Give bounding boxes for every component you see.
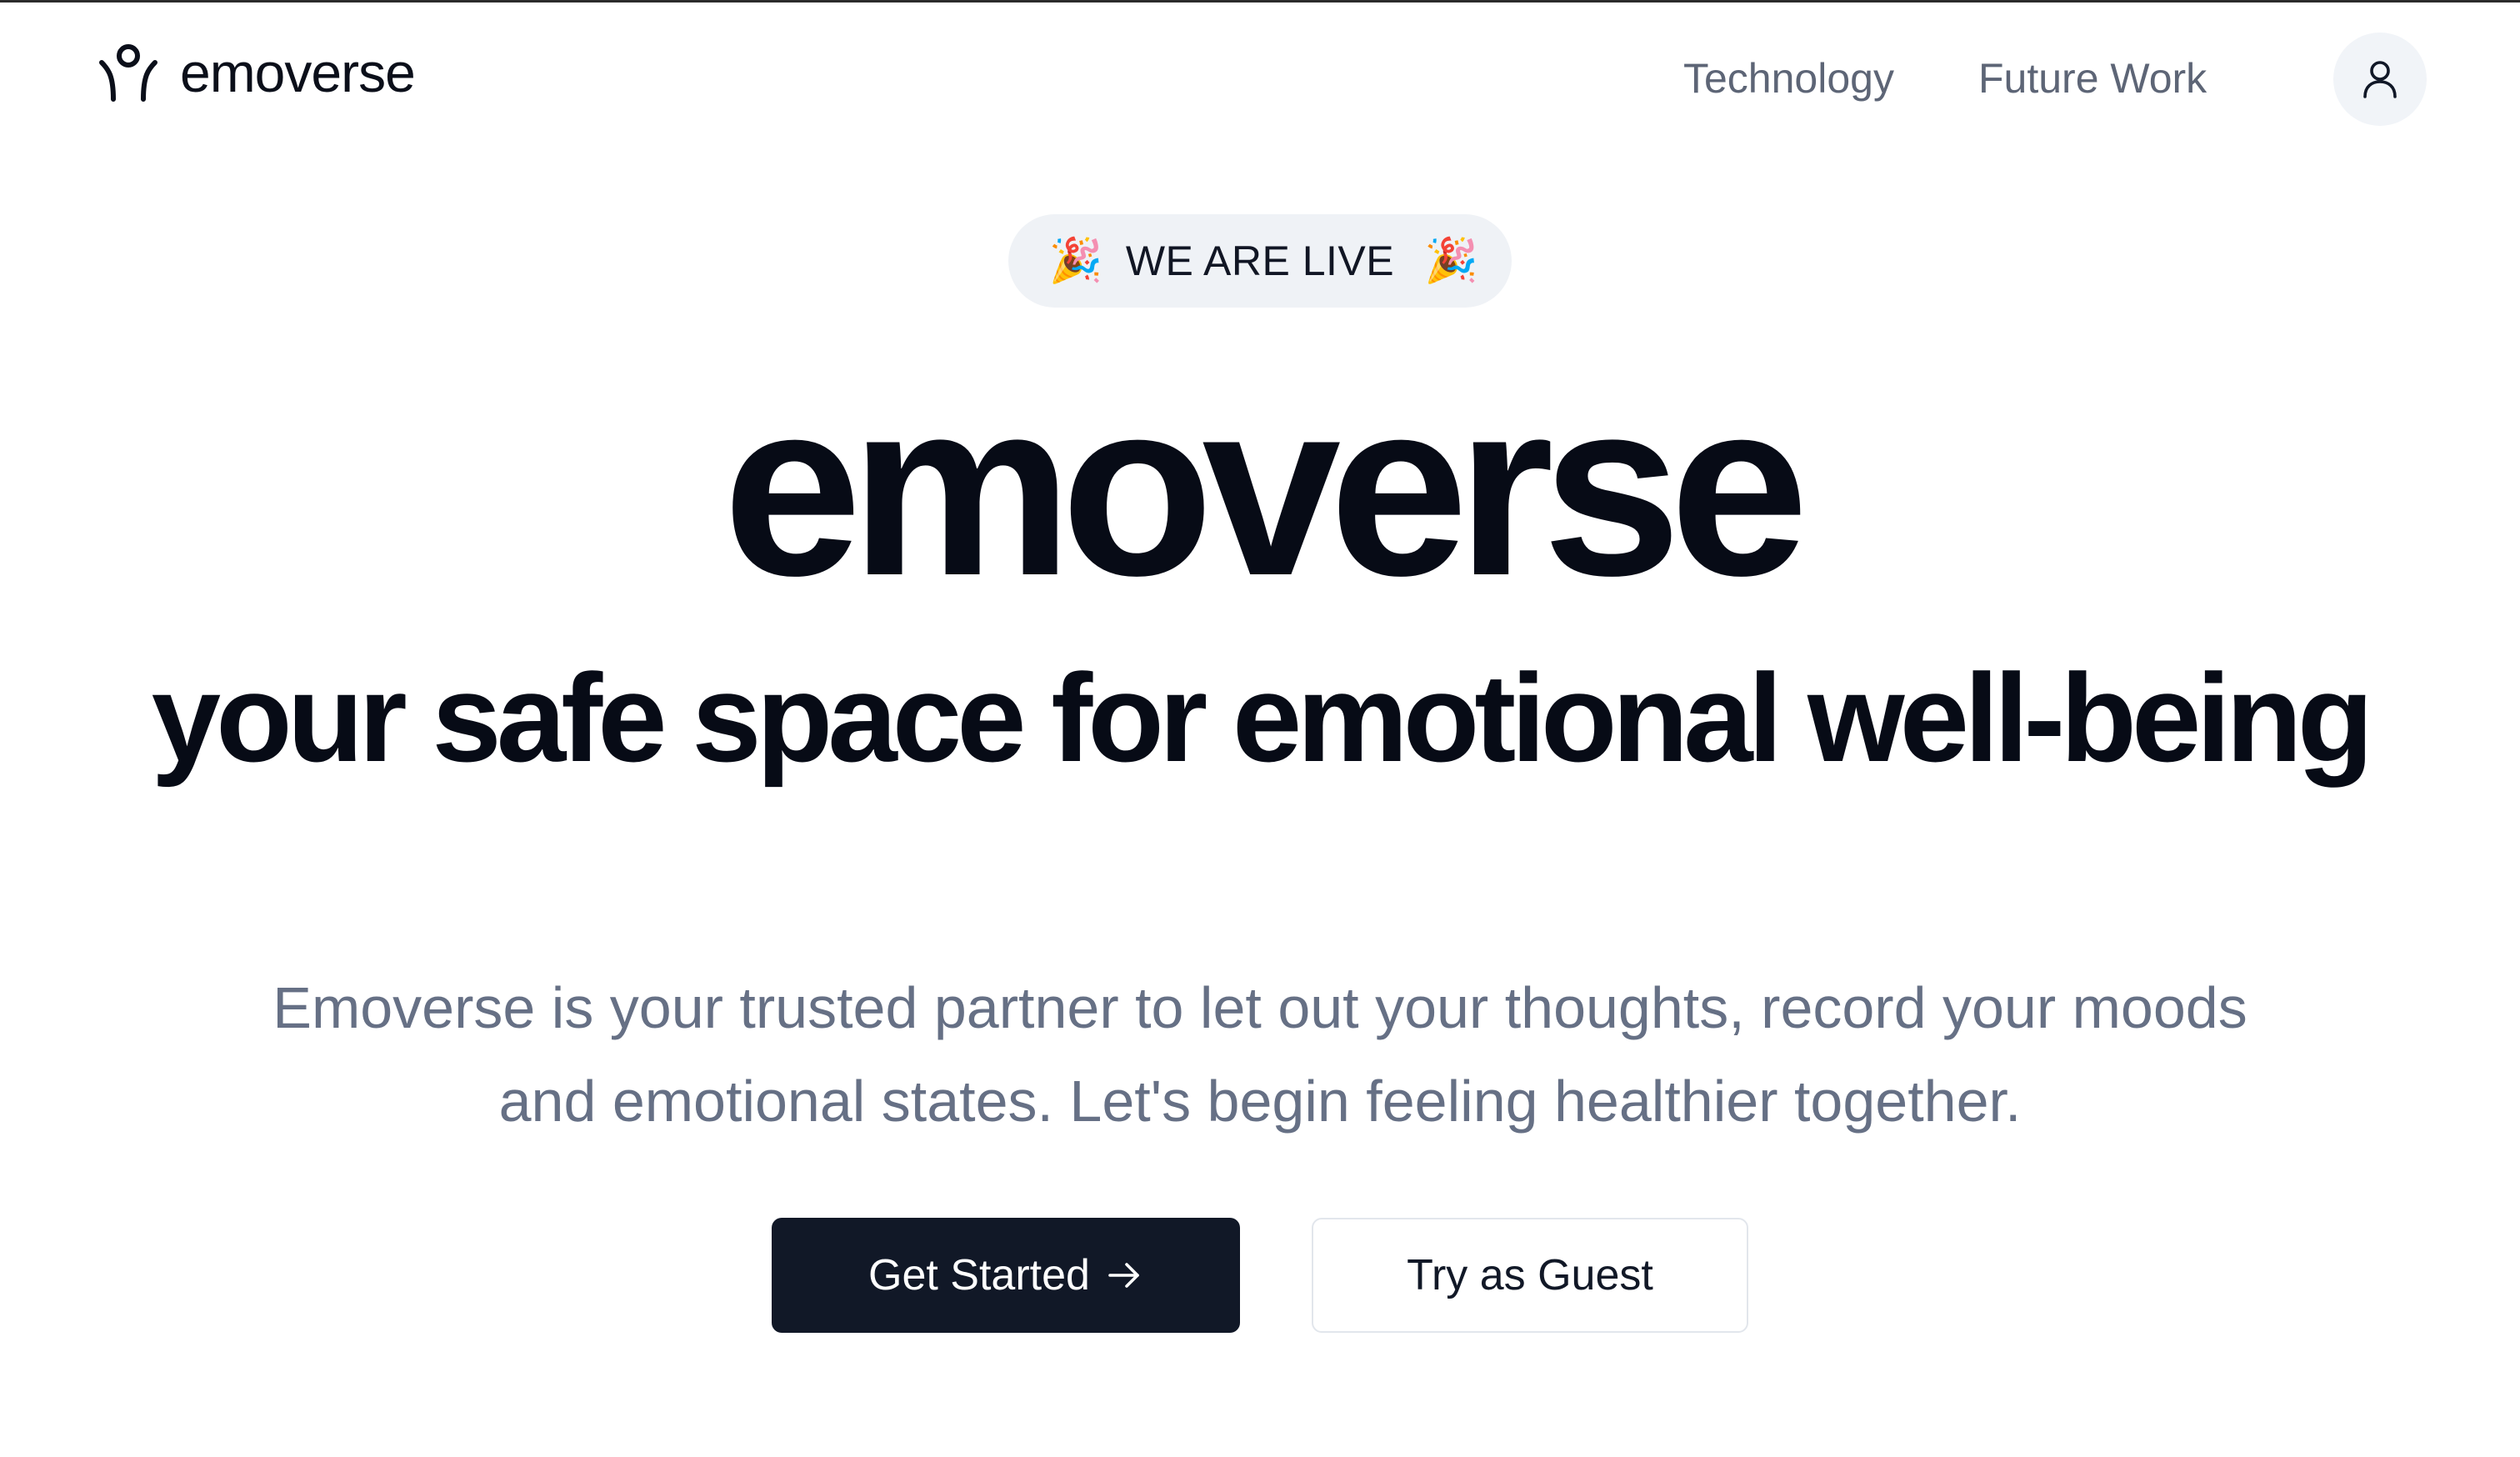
- live-badge-text: WE ARE LIVE: [1125, 238, 1395, 284]
- nav-link-future-work[interactable]: Future Work: [1978, 49, 2207, 108]
- live-badge: 🎉 WE ARE LIVE 🎉: [1008, 214, 1512, 308]
- party-popper-icon: 🎉: [1424, 237, 1478, 285]
- person-raising-arms-icon: [99, 44, 158, 102]
- hero-subtitle: your safe space for emotional well-being: [151, 648, 2374, 788]
- hero-description: Emoverse is your trusted partner to let …: [272, 975, 2248, 1134]
- brand-link[interactable]: emoverse: [95, 39, 416, 106]
- hero-title: emoverse: [722, 348, 1809, 628]
- arrow-right-icon: [1108, 1263, 1139, 1288]
- site-header: emoverse Technology Future Work: [0, 3, 2520, 153]
- nav-link-technology[interactable]: Technology: [1683, 49, 1894, 108]
- try-as-guest-label: Try as Guest: [1407, 1251, 1653, 1299]
- get-started-button[interactable]: Get Started: [772, 1218, 1240, 1333]
- user-icon: [2363, 61, 2397, 98]
- try-as-guest-button[interactable]: Try as Guest: [1312, 1218, 1748, 1333]
- brand-name: emoverse: [180, 42, 416, 103]
- get-started-label: Get Started: [868, 1251, 1090, 1299]
- account-button[interactable]: [2333, 33, 2427, 126]
- party-popper-icon: 🎉: [1048, 237, 1103, 285]
